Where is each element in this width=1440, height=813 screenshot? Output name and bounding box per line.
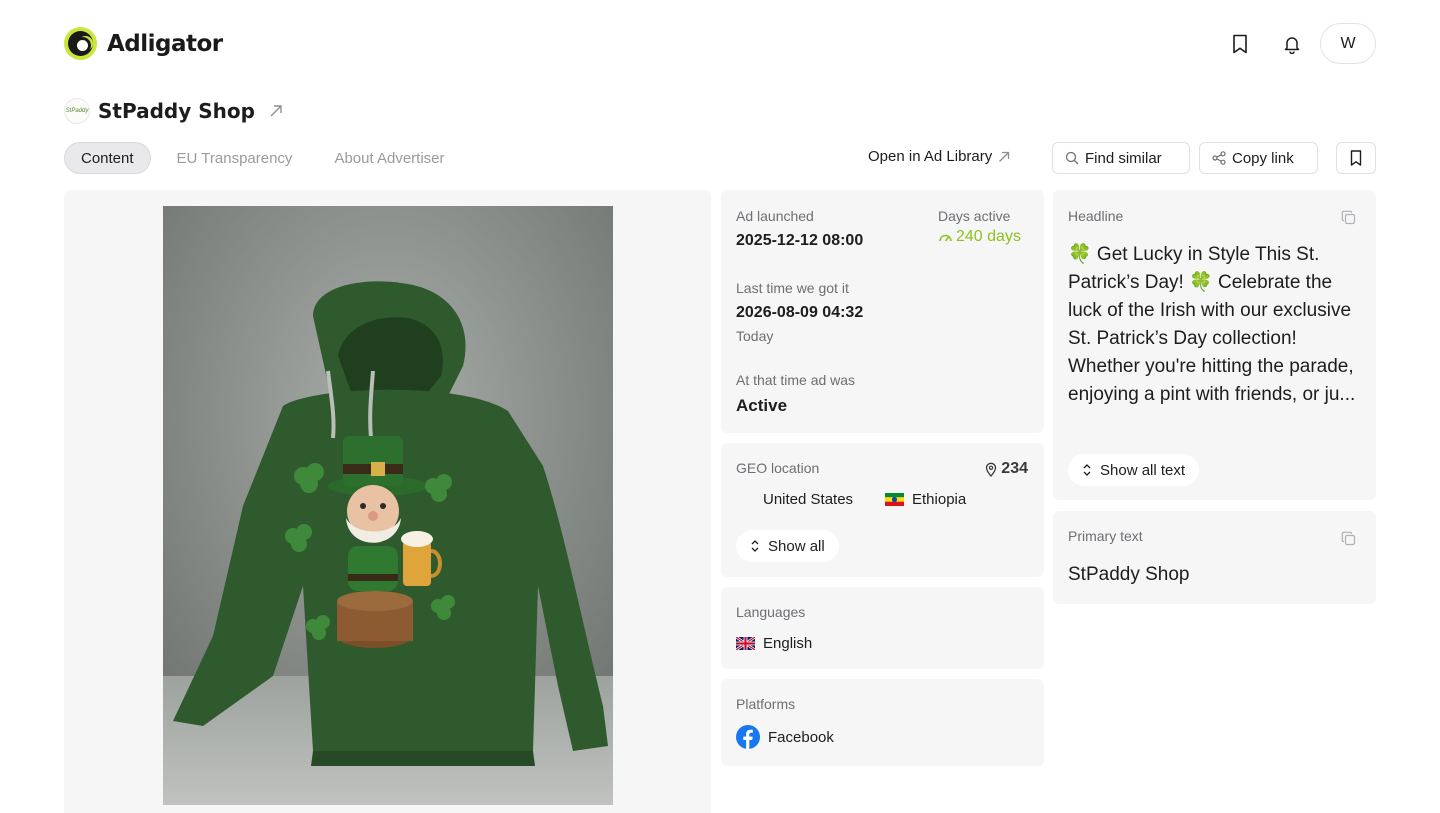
last-seen-relative: Today [736, 328, 774, 344]
bookmark-icon [1350, 150, 1362, 166]
tab-content[interactable]: Content [64, 142, 151, 174]
geo-country-label: United States [763, 491, 854, 508]
external-link-icon [999, 151, 1010, 162]
days-active-value: 240 days [956, 228, 1021, 245]
bookmark-icon[interactable] [1228, 32, 1252, 56]
geo-show-all-button[interactable]: Show all [736, 530, 839, 562]
search-icon [1065, 151, 1079, 165]
bell-icon[interactable] [1280, 32, 1304, 56]
location-pin-icon [986, 462, 997, 477]
platforms-panel: Platforms Facebook [721, 679, 1044, 766]
status-value: Active [736, 396, 788, 415]
copy-link-label: Copy link [1232, 149, 1294, 167]
ad-creative-image[interactable] [163, 206, 613, 805]
status-label: At that time ad was [736, 372, 856, 388]
copy-link-button[interactable]: Copy link [1199, 142, 1318, 174]
ethiopia-flag-icon [885, 493, 904, 506]
logo-mark-icon [64, 27, 97, 60]
app-name: Adligator [107, 30, 223, 57]
days-active-label: Days active [938, 208, 1011, 224]
copy-icon[interactable] [1341, 210, 1356, 230]
ad-launched-value: 2025-12-12 08:00 [736, 232, 864, 249]
advertiser-logo: StPaddy [64, 98, 90, 124]
external-link-icon[interactable] [269, 104, 283, 118]
primary-text-panel: Primary text StPaddy Shop [1053, 511, 1376, 604]
find-similar-button[interactable]: Find similar [1052, 142, 1190, 174]
expand-icon [1083, 464, 1091, 476]
headline-text: 🍀 Get Lucky in Style This St. Patrick’s … [1068, 244, 1356, 405]
geo-count: 234 [985, 460, 1028, 478]
advertiser-logo-text: StPaddy [65, 108, 89, 114]
last-seen-label: Last time we got it [736, 280, 849, 296]
languages-panel: Languages English [721, 587, 1044, 669]
open-ad-library-label: Open in Ad Library [868, 148, 993, 165]
language-item: English [736, 635, 812, 652]
open-ad-library-link[interactable]: Open in Ad Library [868, 148, 1010, 165]
language-label: English [763, 635, 813, 652]
advertiser-name[interactable]: StPaddy Shop [98, 99, 255, 123]
gauge-icon [939, 234, 952, 242]
share-icon [1212, 151, 1226, 165]
headline-label: Headline [1068, 208, 1124, 224]
save-ad-button[interactable] [1336, 142, 1376, 174]
last-seen-value: 2026-08-09 04:32 [736, 304, 864, 321]
days-active: 240 days [938, 228, 1021, 246]
advertiser-header: StPaddy StPaddy Shop [64, 98, 283, 124]
platform-label: Facebook [768, 728, 834, 746]
geo-country-ethiopia: Ethiopia [885, 491, 966, 508]
find-similar-label: Find similar [1085, 149, 1162, 167]
user-avatar-button[interactable]: W [1320, 23, 1376, 64]
primary-text-label: Primary text [1068, 528, 1143, 544]
uk-flag-icon [736, 637, 755, 650]
platforms-label: Platforms [736, 696, 796, 712]
expand-icon [751, 540, 759, 552]
show-all-text-label: Show all text [1100, 461, 1186, 479]
headline-panel: Headline 🍀 Get Lucky in Style This St. P… [1053, 190, 1376, 500]
geo-country-label: Ethiopia [912, 491, 967, 508]
geo-country-us: United States [736, 491, 853, 508]
hoodie-illustration [163, 206, 613, 805]
ad-stats-panel: Ad launched 2025-12-12 08:00 Days active… [721, 190, 1044, 433]
show-all-text-button[interactable]: Show all text [1068, 454, 1200, 486]
us-flag-icon [736, 493, 755, 506]
content-tabs: Content EU Transparency About Advertiser [64, 142, 461, 174]
facebook-icon [736, 725, 760, 749]
tab-eu-transparency[interactable]: EU Transparency [161, 142, 309, 174]
geo-label: GEO location [736, 460, 820, 476]
top-header: Adligator W [0, 0, 1440, 88]
app-logo[interactable]: Adligator [64, 27, 223, 60]
geo-panel: GEO location 234 United States Ethiopia … [721, 443, 1044, 577]
ad-media-panel [64, 190, 711, 813]
geo-show-all-label: Show all [768, 537, 825, 555]
primary-text-value: StPaddy Shop [1068, 564, 1190, 585]
platform-item: Facebook [736, 725, 834, 749]
copy-icon[interactable] [1341, 531, 1356, 551]
geo-count-value: 234 [1001, 460, 1028, 477]
languages-label: Languages [736, 604, 806, 620]
ad-launched-label: Ad launched [736, 208, 814, 224]
tab-about-advertiser[interactable]: About Advertiser [318, 142, 460, 174]
